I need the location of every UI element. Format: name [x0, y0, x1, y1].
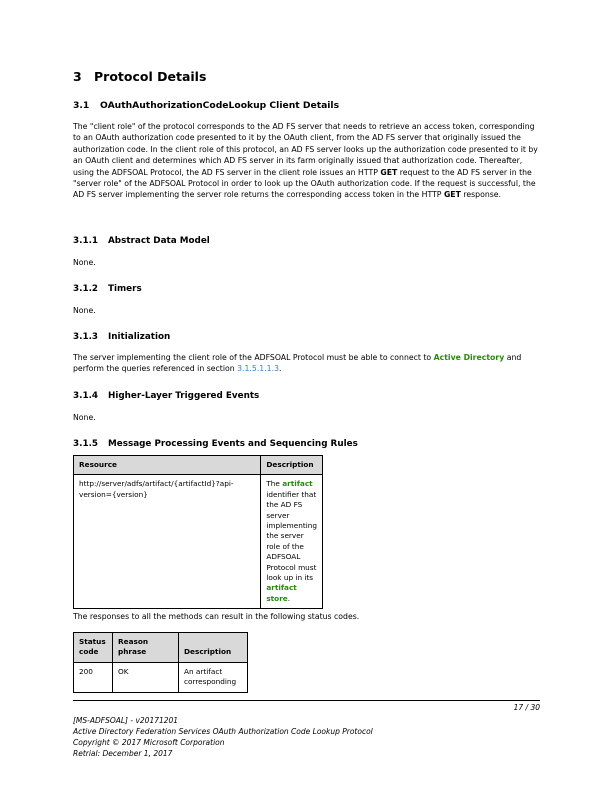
- page-number: 17 / 30: [513, 703, 540, 712]
- column-header-resource: Resource: [72, 454, 262, 476]
- status-code-cell: 200: [73, 661, 113, 693]
- column-header-reason-phrase: Reason phrase: [112, 632, 179, 663]
- artifact-term-link[interactable]: artifact: [282, 479, 312, 488]
- resource-cell: http://server/adfs/artifact/{artifactId}…: [72, 474, 262, 610]
- section-3-1-2-body: None.: [73, 306, 96, 315]
- section-3-1-4-body: None.: [73, 413, 96, 422]
- section-3-heading: 3 Protocol Details: [73, 69, 207, 84]
- responses-intro: The responses to all the methods can res…: [73, 612, 360, 621]
- artifact-store-term-link[interactable]: artifact store: [266, 583, 296, 602]
- section-3-1-2-heading: 3.1.2 Timers: [73, 284, 142, 294]
- section-3-1-1-heading: 3.1.1 Abstract Data Model: [73, 236, 210, 246]
- footer-doc-id: [MS-ADFSOAL] - v20171201: [73, 716, 179, 725]
- description-cell: The artifact identifier that the AD FS s…: [260, 474, 323, 610]
- section-3-1-3-body: The server implementing the client role …: [73, 353, 522, 374]
- footer-doc-title: Active Directory Federation Services OAu…: [73, 727, 373, 736]
- footer-divider: [73, 700, 540, 701]
- table-row: http://server/adfs/artifact/{artifactId}…: [72, 474, 323, 610]
- description-cell: An artifact corresponding: [178, 661, 248, 693]
- section-3-1-5-heading: 3.1.5 Message Processing Events and Seque…: [73, 439, 358, 449]
- table-header-row: Status code Reason phrase Description: [73, 632, 248, 663]
- table-row: 200 OK An artifact corresponding: [73, 661, 248, 693]
- active-directory-term-link[interactable]: Active Directory: [434, 353, 505, 362]
- reason-phrase-cell: OK: [112, 661, 179, 693]
- section-link[interactable]: 3.1.5.1.1.3: [237, 364, 279, 373]
- section-3-1-paragraph: The "client role" of the protocol corres…: [73, 122, 538, 200]
- table-header-row: Resource Description: [72, 454, 323, 476]
- footer-copyright: Copyright © 2017 Microsoft Corporation: [73, 738, 225, 747]
- footer: [MS-ADFSOAL] - v20171201 Active Director…: [73, 715, 373, 759]
- section-3-1-4-heading: 3.1.4 Higher-Layer Triggered Events: [73, 391, 260, 401]
- status-code-table: Status code Reason phrase Description 20…: [73, 632, 248, 693]
- footer-release-date: Retrial: December 1, 2017: [73, 749, 173, 758]
- section-3-1-1-body: None.: [73, 258, 96, 267]
- section-3-1-3-heading: 3.1.3 Initialization: [73, 332, 171, 342]
- resource-table: Resource Description http://server/adfs/…: [72, 454, 323, 610]
- column-header-description: Description: [178, 632, 248, 663]
- column-header-description: Description: [260, 454, 323, 476]
- section-3-1-heading: 3.1 OAuthAuthorizationCodeLookup Client D…: [73, 100, 340, 111]
- column-header-status-code: Status code: [73, 632, 113, 663]
